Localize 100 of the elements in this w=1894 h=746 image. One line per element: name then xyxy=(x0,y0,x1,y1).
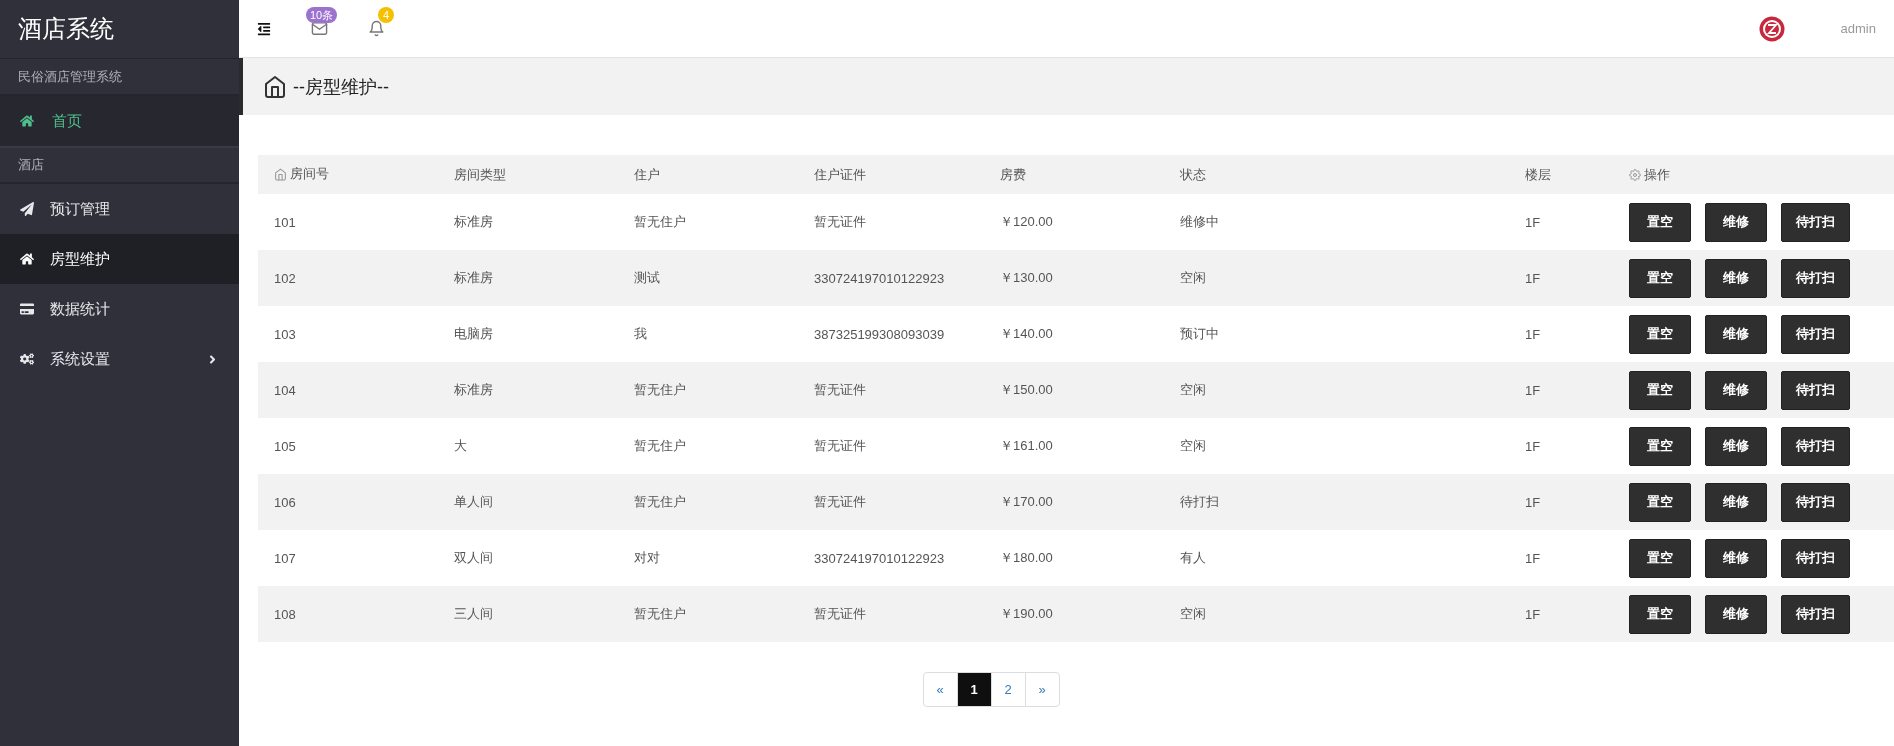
action-button[interactable]: 维修 xyxy=(1705,314,1767,354)
previous-page-link[interactable]: « xyxy=(922,672,958,707)
table-cell: 1F xyxy=(1525,606,1541,622)
table-cell: 101 xyxy=(274,214,296,230)
column-header: 操作 xyxy=(1644,165,1670,184)
table-cell: 102 xyxy=(274,270,296,286)
page-title: --房型维护-- xyxy=(293,75,389,99)
action-button[interactable]: 待打扫 xyxy=(1781,314,1850,354)
table-cell: 大 xyxy=(454,438,467,453)
home-icon xyxy=(20,252,34,266)
column-header: 住户 xyxy=(634,165,660,184)
table-cell: ￥140.00 xyxy=(1000,326,1053,341)
table-cell: 103 xyxy=(274,326,296,342)
table-cell: 暂无证件 xyxy=(814,494,866,509)
table-cell: ￥120.00 xyxy=(1000,214,1053,229)
user-avatar[interactable] xyxy=(1758,15,1785,42)
table-cell: 待打扫 xyxy=(1180,494,1219,509)
action-button[interactable]: 待打扫 xyxy=(1781,482,1850,522)
table-cell: 1F xyxy=(1525,382,1541,398)
action-button[interactable]: 置空 xyxy=(1629,314,1691,354)
nav-item[interactable]: 房型维护 xyxy=(0,234,239,284)
action-button[interactable]: 置空 xyxy=(1629,594,1691,634)
app-title: 酒店系统 xyxy=(0,0,239,59)
table-cell: 1F xyxy=(1525,270,1541,286)
action-button[interactable]: 置空 xyxy=(1629,258,1691,298)
table-cell: 暂无证件 xyxy=(814,382,866,397)
home-icon xyxy=(274,167,287,181)
action-button[interactable]: 待打扫 xyxy=(1781,538,1850,578)
table-cell: 标准房 xyxy=(454,214,493,229)
table-cell: ￥161.00 xyxy=(1000,438,1053,453)
table-cell: 暂无证件 xyxy=(814,438,866,453)
table-cell: 维修中 xyxy=(1180,214,1219,229)
paper-plane-icon xyxy=(20,202,34,216)
page-link[interactable]: 1 xyxy=(956,672,992,707)
table-cell: 空闲 xyxy=(1180,270,1206,285)
page-link[interactable]: 2 xyxy=(990,672,1026,707)
table-cell: 104 xyxy=(274,382,296,398)
table-cell: 暂无住户 xyxy=(634,606,686,621)
table-cell: 对对 xyxy=(634,550,660,565)
table-cell: 暂无住户 xyxy=(634,382,686,397)
table-cell: 暂无证件 xyxy=(814,214,866,229)
table-cell: 空闲 xyxy=(1180,382,1206,397)
action-button[interactable]: 待打扫 xyxy=(1781,426,1850,466)
table-cell: 暂无住户 xyxy=(634,214,686,229)
next-page-link[interactable]: » xyxy=(1024,672,1060,707)
table-cell: 105 xyxy=(274,438,296,454)
action-button[interactable]: 待打扫 xyxy=(1781,202,1850,242)
mail-badge: 10条 xyxy=(306,7,338,23)
table-cell: 107 xyxy=(274,550,296,566)
table-cell: 387325199308093039 xyxy=(814,326,945,342)
table-cell: 1F xyxy=(1525,550,1541,566)
home-icon xyxy=(20,114,34,128)
table-cell: 暂无住户 xyxy=(634,494,686,509)
card-icon xyxy=(20,302,34,316)
table-cell: 106 xyxy=(274,494,296,510)
action-button[interactable]: 维修 xyxy=(1705,370,1767,410)
column-header: 楼层 xyxy=(1525,165,1551,184)
action-button[interactable]: 维修 xyxy=(1705,538,1767,578)
action-button[interactable]: 置空 xyxy=(1629,426,1691,466)
column-header: 房间号 xyxy=(290,165,329,184)
action-button[interactable]: 维修 xyxy=(1705,482,1767,522)
table-cell: ￥180.00 xyxy=(1000,550,1053,565)
table-cell: 测试 xyxy=(634,270,660,285)
table-cell: 1F xyxy=(1525,438,1541,454)
table-cell: 1F xyxy=(1525,214,1541,230)
column-header: 房费 xyxy=(1000,165,1026,184)
action-button[interactable]: 维修 xyxy=(1705,594,1767,634)
table-cell: 108 xyxy=(274,606,296,622)
gear-icon xyxy=(1629,168,1641,181)
action-button[interactable]: 置空 xyxy=(1629,538,1691,578)
action-button[interactable]: 维修 xyxy=(1705,426,1767,466)
table-cell: 1F xyxy=(1525,326,1541,342)
column-header: 房间类型 xyxy=(454,165,506,184)
table-cell: ￥190.00 xyxy=(1000,606,1053,621)
column-header: 住户证件 xyxy=(814,165,866,184)
action-button[interactable]: 置空 xyxy=(1629,202,1691,242)
action-button[interactable]: 置空 xyxy=(1629,482,1691,522)
gears-icon xyxy=(20,352,34,366)
table-cell: 330724197010122923 xyxy=(814,550,945,566)
home-nav-item[interactable]: 首页 xyxy=(0,96,239,148)
action-button[interactable]: 待打扫 xyxy=(1781,370,1850,410)
table-cell: 暂无证件 xyxy=(814,606,866,621)
table-cell: 预订中 xyxy=(1180,326,1219,341)
action-button[interactable]: 待打扫 xyxy=(1781,594,1850,634)
table-cell: ￥150.00 xyxy=(1000,382,1053,397)
action-button[interactable]: 待打扫 xyxy=(1781,258,1850,298)
table-cell: 空闲 xyxy=(1180,438,1206,453)
table-cell: 1F xyxy=(1525,494,1541,510)
action-button[interactable]: 维修 xyxy=(1705,258,1767,298)
bell-icon[interactable] xyxy=(368,20,385,37)
action-button[interactable]: 置空 xyxy=(1629,370,1691,410)
mail-icon[interactable] xyxy=(311,20,328,37)
table-cell: 双人间 xyxy=(454,550,493,565)
menu-toggle-icon[interactable] xyxy=(257,21,271,36)
table-cell: 空闲 xyxy=(1180,606,1206,621)
table-cell: 单人间 xyxy=(454,494,493,509)
table-cell: 三人间 xyxy=(454,606,493,621)
action-button[interactable]: 维修 xyxy=(1705,202,1767,242)
table-cell: 有人 xyxy=(1180,550,1206,565)
table-cell: 标准房 xyxy=(454,382,493,397)
